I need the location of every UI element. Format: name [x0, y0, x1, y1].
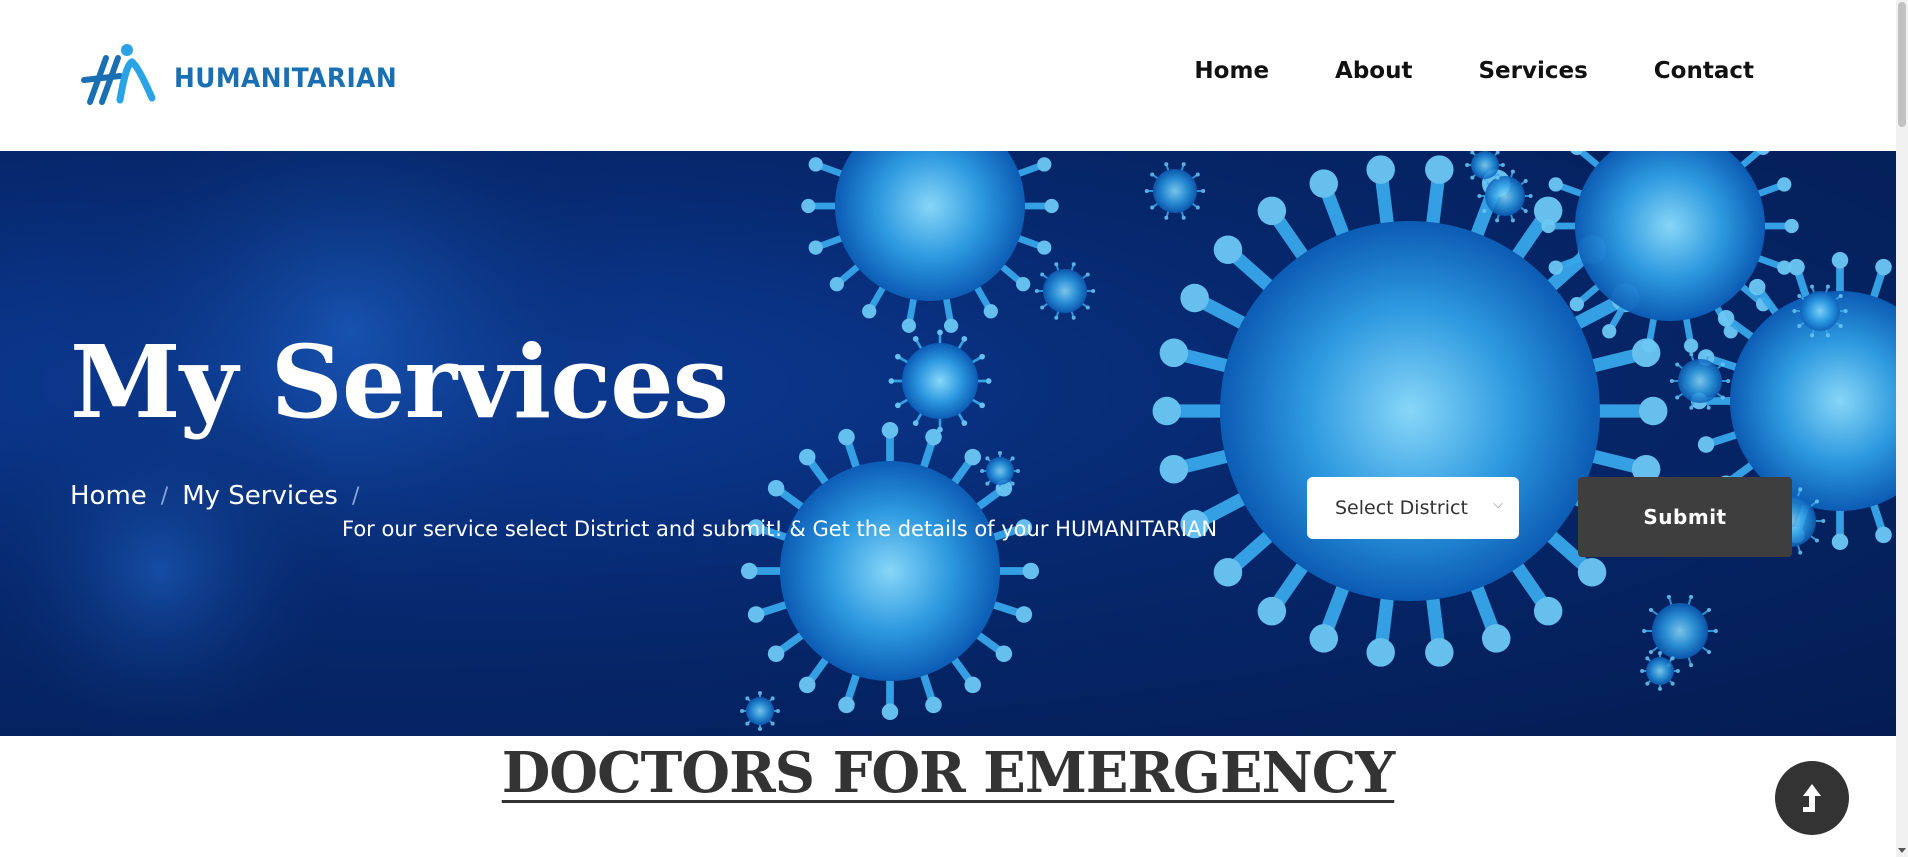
breadcrumb-my-services[interactable]: My Services: [182, 481, 338, 511]
site-logo[interactable]: HUMANITARIAN: [80, 40, 416, 106]
district-select-value: Select District: [1335, 497, 1468, 519]
page-scrollbar[interactable]: [1896, 0, 1908, 857]
nav-contact[interactable]: Contact: [1654, 58, 1754, 84]
scroll-down-arrow-icon[interactable]: [1898, 848, 1906, 853]
logo-text: HUMANITARIAN: [174, 62, 398, 94]
breadcrumb-home[interactable]: Home: [70, 481, 147, 511]
breadcrumb: Home / My Services /: [70, 481, 373, 511]
page-title: My Services: [70, 323, 729, 441]
site-header: HUMANITARIAN Home About Services Contact: [0, 0, 1896, 151]
hero-banner: My Services Home / My Services / For our…: [0, 151, 1896, 736]
breadcrumb-separator: /: [351, 483, 360, 509]
service-description: For our service select District and subm…: [342, 517, 1218, 541]
main-nav: Home About Services Contact: [1194, 58, 1754, 84]
virus-background-image: [0, 151, 1896, 736]
nav-services[interactable]: Services: [1478, 58, 1587, 84]
section-title: DOCTORS FOR EMERGENCY: [501, 740, 1396, 806]
chevron-down-icon: ⌵: [1493, 497, 1503, 512]
breadcrumb-separator: /: [160, 483, 169, 509]
nav-about[interactable]: About: [1335, 58, 1412, 84]
arrow-up-icon: [1803, 784, 1821, 812]
submit-button[interactable]: Submit: [1578, 477, 1792, 557]
back-to-top-button[interactable]: [1775, 761, 1849, 835]
scrollbar-thumb[interactable]: [1898, 2, 1906, 127]
district-select[interactable]: Select District ⌵: [1307, 477, 1519, 539]
nav-home[interactable]: Home: [1194, 58, 1269, 84]
logo-mark-icon: [81, 44, 156, 105]
